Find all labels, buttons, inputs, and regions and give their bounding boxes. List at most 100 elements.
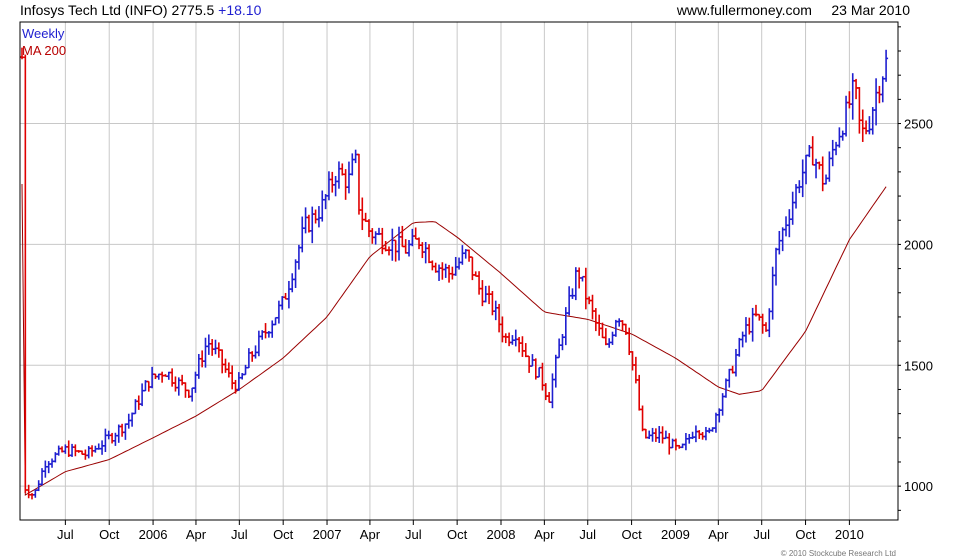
ohlc-bar — [667, 433, 672, 455]
ohlc-bar — [737, 337, 742, 357]
x-tick-label: Apr — [534, 527, 555, 542]
ohlc-bar — [557, 338, 562, 359]
ohlc-bar — [637, 374, 642, 411]
price-bars — [20, 47, 889, 500]
ohlc-bar — [353, 149, 358, 164]
y-tick-label: 2000 — [904, 237, 933, 252]
ohlc-bar — [493, 300, 498, 321]
ohlc-bar — [343, 169, 348, 200]
ohlc-bar — [690, 431, 695, 440]
ohlc-bar — [286, 280, 291, 309]
ohlc-bar — [773, 247, 778, 286]
ohlc-bar — [136, 395, 141, 410]
ohlc-bar — [210, 339, 215, 356]
ohlc-bar — [336, 161, 341, 189]
ohlc-bar — [113, 432, 118, 446]
ohlc-bar — [733, 348, 738, 377]
ohlc-bar — [777, 230, 782, 255]
ohlc-bar — [767, 308, 772, 338]
ohlc-bar — [263, 323, 268, 339]
x-tick-label: Jul — [405, 527, 422, 542]
ohlc-bar — [780, 227, 785, 252]
ohlc-bar — [103, 428, 108, 452]
ohlc-bar — [203, 337, 208, 368]
ohlc-bar — [583, 267, 588, 310]
ohlc-bar — [550, 373, 555, 409]
ohlc-bar — [470, 256, 475, 281]
ohlc-bar — [517, 336, 522, 353]
ohlc-bar — [847, 91, 852, 109]
ohlc-bar — [854, 78, 859, 100]
ohlc-bar — [66, 440, 71, 457]
price-chart: 1000 1500 2000 2500 Jul Oct 2006 Apr Jul Oct 2007 A… — [19, 21, 933, 542]
ohlc-bar — [874, 78, 879, 126]
ohlc-bar — [290, 273, 295, 293]
ohlc-bar — [437, 264, 442, 281]
ohlc-bar — [787, 209, 792, 238]
ohlc-bar — [220, 349, 225, 374]
ohlc-bar — [273, 316, 278, 326]
ohlc-bar — [350, 153, 355, 176]
ohlc-bar — [316, 206, 321, 228]
ohlc-bar — [784, 216, 789, 237]
ohlc-bar — [293, 259, 298, 288]
x-tick-label: Jul — [753, 527, 770, 542]
ohlc-bar — [296, 244, 301, 270]
ohlc-bar — [834, 141, 839, 156]
ohlc-bar — [523, 343, 528, 358]
ohlc-bar — [467, 249, 472, 262]
ohlc-bar — [226, 362, 231, 378]
ohlc-bar — [727, 368, 732, 388]
ohlc-bar — [370, 228, 375, 244]
ohlc-bar — [346, 161, 351, 194]
ohlc-bar — [507, 332, 512, 347]
ohlc-bar — [660, 426, 665, 444]
x-tick-label: Oct — [621, 527, 642, 542]
ohlc-bar — [673, 438, 678, 451]
ohlc-bar — [553, 354, 558, 388]
ohlc-bar — [407, 240, 412, 257]
ohlc-bar — [443, 263, 448, 278]
ohlc-bar — [380, 227, 385, 255]
ohlc-bar — [423, 241, 428, 264]
ohlc-bar — [310, 206, 315, 244]
ohlc-bar — [597, 314, 602, 336]
ohlc-bar — [457, 257, 462, 270]
ohlc-bar — [880, 76, 885, 103]
ohlc-bar — [570, 288, 575, 299]
ohlc-bar — [603, 328, 608, 346]
ohlc-bar — [830, 139, 835, 167]
ohlc-bar — [250, 351, 255, 362]
y-tick-label: 1000 — [904, 479, 933, 494]
ohlc-bar — [867, 116, 872, 135]
x-tick-label: Apr — [360, 527, 381, 542]
ohlc-bar — [520, 336, 525, 357]
x-tick-label: 2006 — [139, 527, 168, 542]
ohlc-bar — [123, 423, 128, 440]
ohlc-bar — [160, 371, 165, 383]
ohlc-bar — [396, 226, 401, 261]
ohlc-bar — [403, 239, 408, 254]
ohlc-bar — [547, 392, 552, 403]
ohlc-bar — [497, 303, 502, 333]
ohlc-bar — [23, 54, 28, 494]
ohlc-bar — [820, 156, 825, 192]
ohlc-bar — [303, 207, 308, 234]
ohlc-bar — [170, 368, 175, 387]
ohlc-bar — [864, 120, 869, 135]
ohlc-bar — [43, 460, 48, 478]
ohlc-bar — [130, 412, 135, 427]
ohlc-bar — [693, 425, 698, 443]
x-tick-label: Oct — [447, 527, 468, 542]
ohlc-bar — [356, 153, 361, 215]
ohlc-bar — [417, 237, 422, 250]
ohlc-bar — [313, 209, 318, 224]
ohlc-bar — [703, 426, 708, 441]
ohlc-bar — [627, 327, 632, 356]
legend-ma200: MA 200 — [22, 43, 67, 58]
ohlc-bar — [320, 190, 325, 222]
ohlc-bar — [140, 383, 145, 407]
ohlc-bar — [824, 174, 829, 185]
ohlc-bar — [440, 262, 445, 280]
ohlc-bar — [740, 331, 745, 348]
